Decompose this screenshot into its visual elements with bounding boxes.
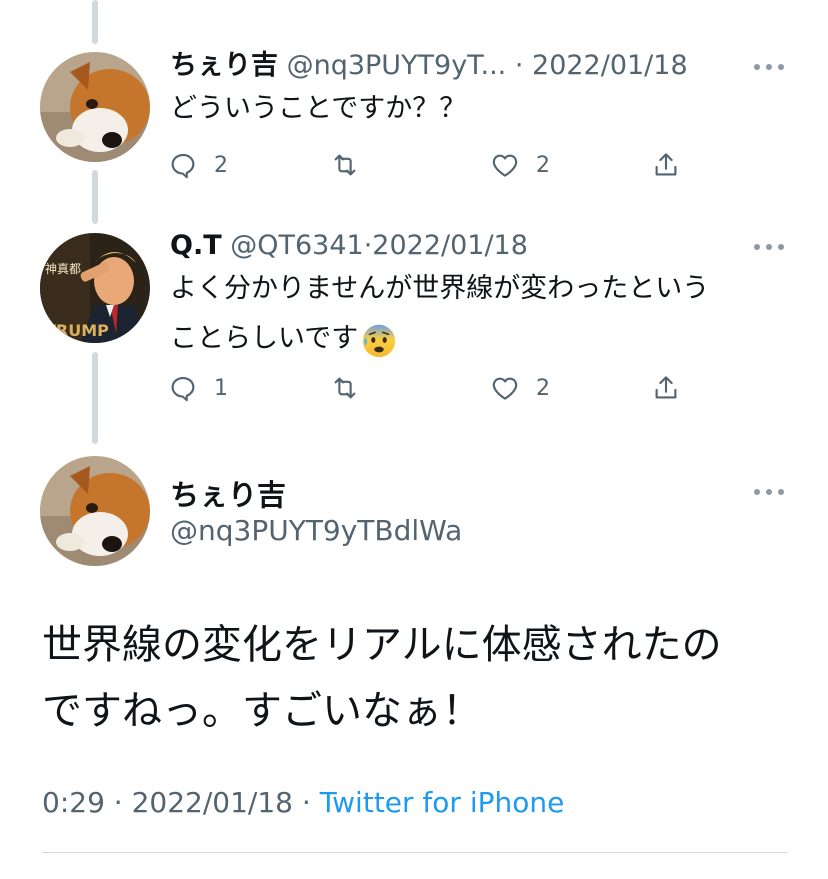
author-handle[interactable]: @nq3PUYT9yTBdlWa xyxy=(170,514,462,547)
author-name[interactable]: Q.T xyxy=(170,230,222,261)
reply-button[interactable]: 2 xyxy=(168,145,228,185)
tweet-time[interactable]: 0:29 xyxy=(42,786,105,819)
divider xyxy=(42,852,788,853)
share-icon xyxy=(655,376,677,399)
reply-count: 2 xyxy=(214,152,228,178)
retweet-button[interactable] xyxy=(330,368,360,408)
shiba-dog-photo xyxy=(40,52,150,162)
trump-saluting-photo: 神真都 TRUMP xyxy=(40,233,150,343)
more-options-button[interactable] xyxy=(752,232,788,262)
heart-icon xyxy=(492,377,518,400)
more-options-button[interactable] xyxy=(752,477,788,507)
tweet-text: よく分かりませんが世界線が変わったという ことらしいです xyxy=(170,268,790,360)
tweet-date[interactable]: 2022/01/18 xyxy=(532,50,688,81)
tweet-text-line: ことらしいです xyxy=(170,323,359,354)
separator: · xyxy=(292,786,320,819)
reply-icon xyxy=(171,153,195,179)
separator: · xyxy=(363,230,373,261)
avatar-caption-bottom: TRUMP xyxy=(45,321,109,340)
tweet-date[interactable]: 2022/01/18 xyxy=(132,786,293,819)
avatar[interactable] xyxy=(40,456,150,566)
author-handle[interactable]: @nq3PUYT9yT... xyxy=(287,50,507,81)
share-button[interactable] xyxy=(651,368,681,408)
like-count: 2 xyxy=(536,375,550,401)
retweet-button[interactable] xyxy=(330,145,360,185)
tweet-text-line: 世界線の変化をリアルに体感されたの xyxy=(42,622,722,668)
tweet-text-line: よく分かりませんが世界線が変わったという xyxy=(170,273,710,304)
shiba-dog-photo xyxy=(40,456,150,566)
share-button[interactable] xyxy=(651,145,681,185)
retweet-icon xyxy=(334,154,356,176)
tweet-meta: 0:29 · 2022/01/18 · Twitter for iPhone xyxy=(42,786,564,819)
retweet-icon xyxy=(334,377,356,399)
like-button[interactable]: 2 xyxy=(490,145,550,185)
more-options-button[interactable] xyxy=(752,52,788,82)
thread-line-top xyxy=(92,0,98,44)
tweet-source-link[interactable]: Twitter for iPhone xyxy=(320,786,565,819)
separator: · xyxy=(514,50,533,81)
tweet-date[interactable]: 2022/01/18 xyxy=(372,230,528,261)
separator: · xyxy=(104,786,132,819)
avatar[interactable] xyxy=(40,52,150,162)
avatar[interactable]: 神真都 TRUMP xyxy=(40,233,150,343)
author-name[interactable]: ちぇり吉 xyxy=(170,50,278,81)
heart-icon xyxy=(492,154,518,177)
reply-count: 1 xyxy=(214,375,228,401)
author-name[interactable]: ちぇり吉 xyxy=(170,472,286,514)
share-icon xyxy=(655,153,677,176)
like-button[interactable]: 2 xyxy=(490,368,550,408)
author-handle[interactable]: @QT6341 xyxy=(230,230,363,261)
thread-line-2 xyxy=(92,352,98,444)
reply-icon xyxy=(171,376,195,402)
tweet-text: 世界線の変化をリアルに体感されたの ですねっ。すごいなぁ！ xyxy=(42,612,802,744)
tweet-text: どういうことですか？？ xyxy=(170,93,467,124)
avatar-caption-top: 神真都 xyxy=(45,262,81,276)
reply-button[interactable]: 1 xyxy=(168,368,228,408)
anxious-face-with-sweat-icon xyxy=(363,324,396,357)
tweet-text-line: ですねっ。すごいなぁ！ xyxy=(42,688,482,734)
thread-line-1 xyxy=(92,170,98,224)
like-count: 2 xyxy=(536,152,550,178)
